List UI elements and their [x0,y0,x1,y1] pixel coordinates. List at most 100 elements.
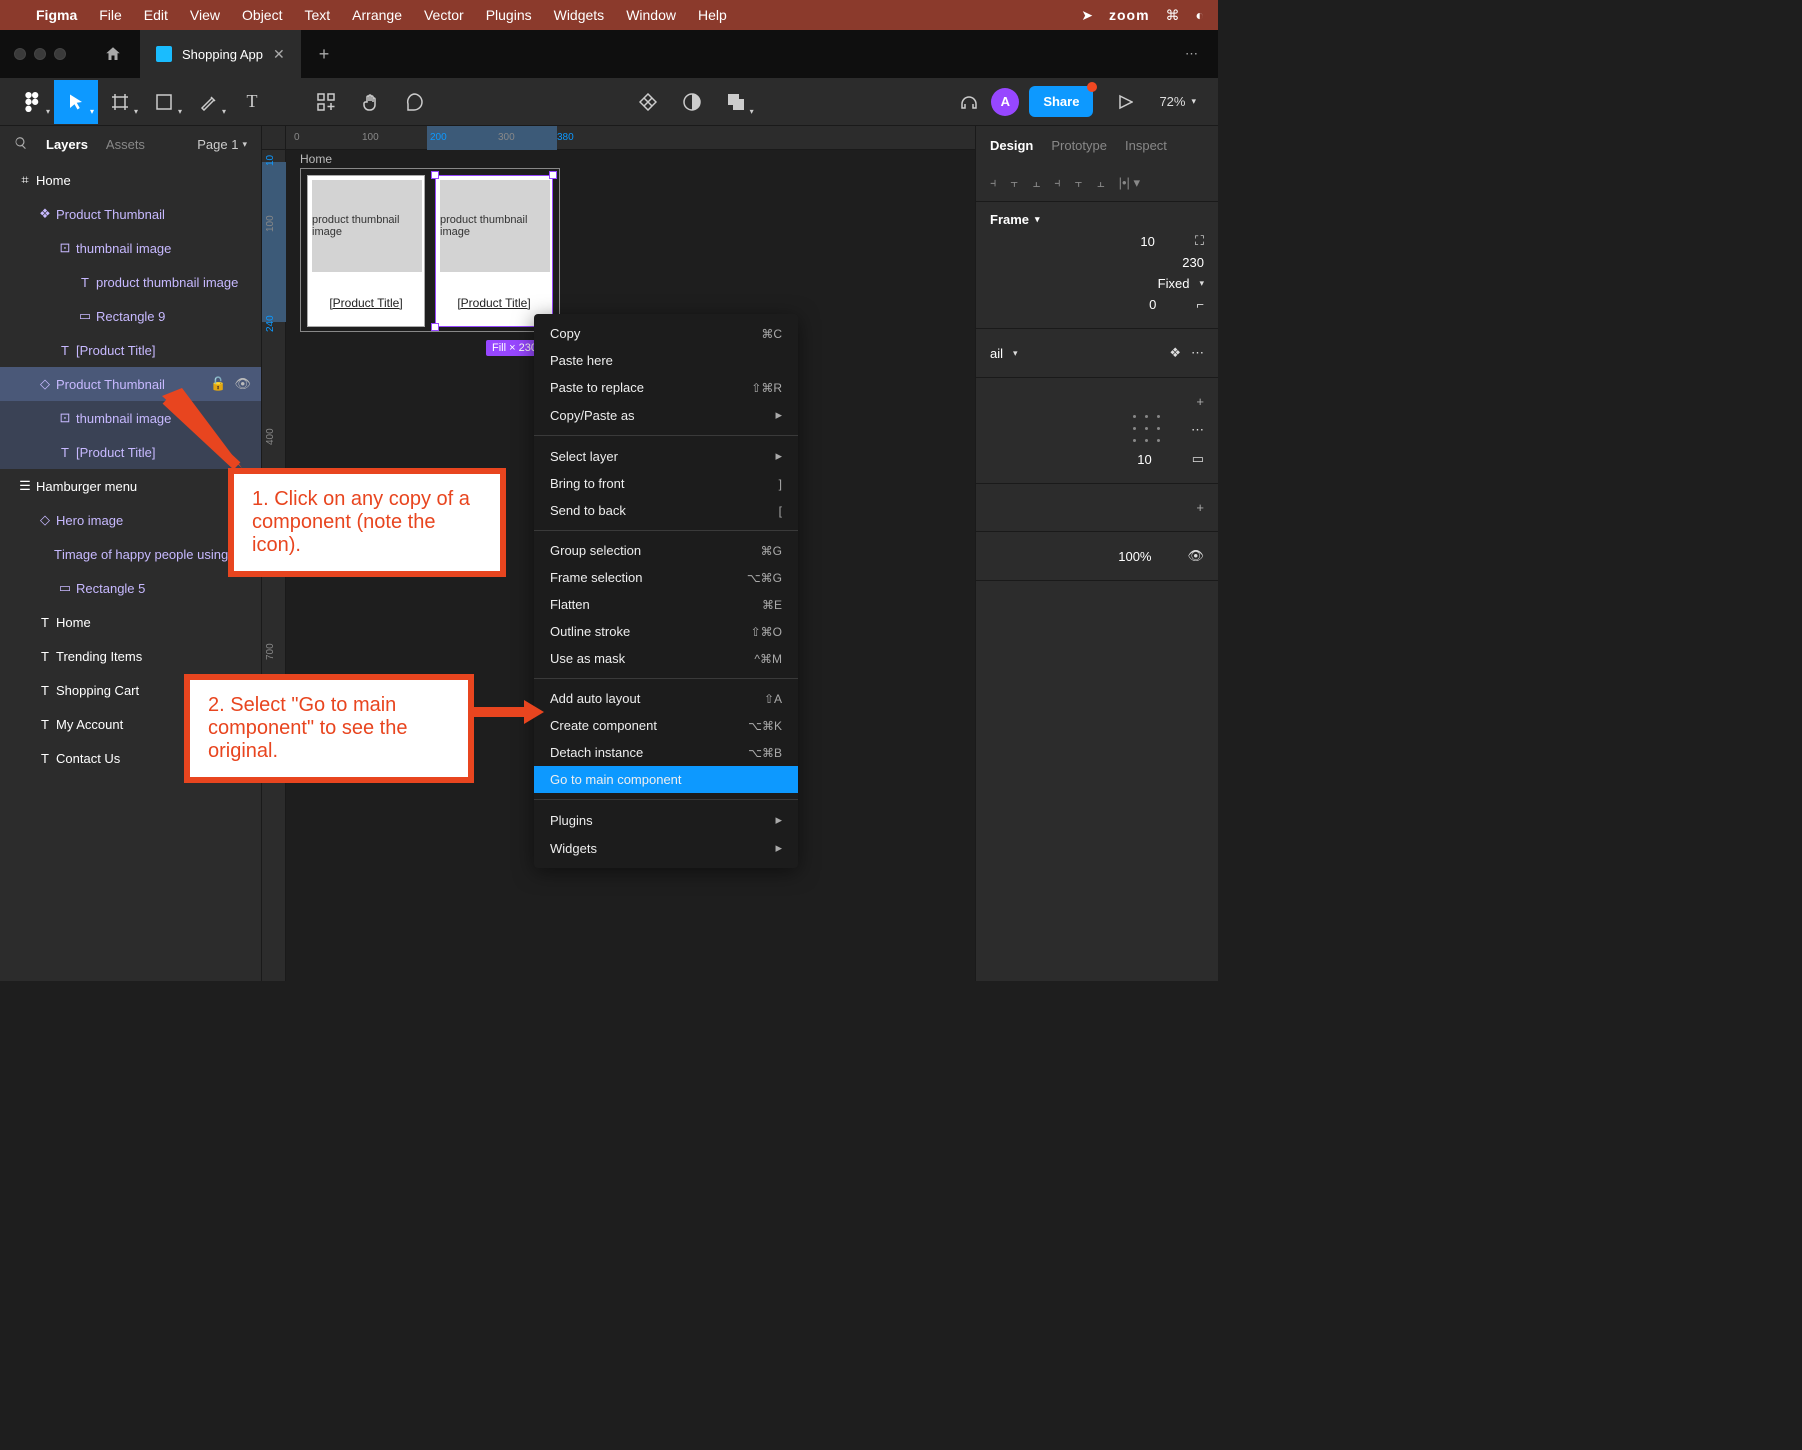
tab-assets[interactable]: Assets [106,137,145,152]
toolbar: ▾ ▾ ▾ ▾ ▾ T ▾ A Share 72%▾ [0,78,1218,126]
layer-hamburger[interactable]: ☰Hamburger menu [0,469,261,503]
ctx-detach-instance[interactable]: Detach instance⌥⌘B [534,739,798,766]
ctx-paste-replace[interactable]: Paste to replace⇧⌘R [534,374,798,401]
add-autolayout-icon[interactable]: + [1196,394,1204,409]
page-dropdown[interactable]: Page 1▾ [197,137,247,152]
align-tools[interactable]: ⫞⫟⫠ ⫞⫟⫠ |•| ▾ [976,165,1218,202]
mask-icon[interactable] [670,80,714,124]
share-button[interactable]: Share [1029,86,1093,117]
ctx-select-layer[interactable]: Select layer▸ [534,442,798,470]
text-tool[interactable]: T [230,80,274,124]
layer-hero-text[interactable]: Timage of happy people using an app [0,537,261,571]
new-tab-button[interactable]: + [301,30,348,78]
ctx-frame-selection[interactable]: Frame selection⌥⌘G [534,564,798,591]
ctx-flatten[interactable]: Flatten⌘E [534,591,798,618]
ctx-copy[interactable]: Copy⌘C [534,320,798,347]
thumbnail-1[interactable]: product thumbnail image [Product Title] [307,175,425,327]
layer-thumbnail-image-1[interactable]: ⊡thumbnail image [0,231,261,265]
comment-tool[interactable] [392,80,436,124]
search-icon[interactable] [14,136,28,153]
menu-file[interactable]: File [99,7,122,23]
menu-arrange[interactable]: Arrange [352,7,402,23]
more-icon[interactable]: ⋯ [1191,345,1204,361]
boolean-icon[interactable]: ▾ [714,80,758,124]
tab-inspect[interactable]: Inspect [1125,138,1167,153]
layer-trending[interactable]: TTrending Items [0,639,261,673]
menu-plugins[interactable]: Plugins [486,7,532,23]
menu-text[interactable]: Text [304,7,330,23]
tab-layers[interactable]: Layers [46,137,88,152]
menu-widgets[interactable]: Widgets [554,7,605,23]
figma-brand[interactable]: Figma [36,7,77,23]
avatar[interactable]: A [991,88,1019,116]
figma-status-icon[interactable]: ⌘ [1166,7,1180,24]
menu-window[interactable]: Window [626,7,676,23]
traffic-lights[interactable] [0,30,86,78]
resources-tool[interactable] [304,80,348,124]
ctx-send-back[interactable]: Send to back[ [534,497,798,524]
thumbnail-2-selected[interactable]: product thumbnail image [Product Title] [435,175,553,327]
present-button[interactable] [1103,80,1147,124]
ctx-plugins[interactable]: Plugins▸ [534,806,798,834]
home-frame[interactable]: product thumbnail image [Product Title] … [300,168,560,332]
frame-label[interactable]: Home [300,152,332,166]
ctx-add-auto-layout[interactable]: Add auto layout⇧A [534,685,798,712]
ctx-goto-main-component[interactable]: Go to main component [534,766,798,793]
move-tool[interactable]: ▾ [54,80,98,124]
menu-vector[interactable]: Vector [424,7,464,23]
zoom-app-icon[interactable]: zoom [1109,7,1150,23]
status-icon[interactable]: ◐ [1196,7,1204,23]
tab-design[interactable]: Design [990,138,1033,153]
ctx-bring-front[interactable]: Bring to front] [534,470,798,497]
audio-icon[interactable] [947,80,991,124]
rotation-value[interactable]: 0 [1149,297,1156,312]
hand-tool[interactable] [348,80,392,124]
menu-button[interactable]: ▾ [10,80,54,124]
window-more-icon[interactable]: ⋯ [1165,30,1218,78]
zoom-dropdown[interactable]: 72%▾ [1147,94,1208,109]
menu-help[interactable]: Help [698,7,727,23]
tab-prototype[interactable]: Prototype [1051,138,1107,153]
menu-object[interactable]: Object [242,7,282,23]
constraint-grid[interactable] [1133,415,1163,445]
layer-product-thumbnail-main[interactable]: ❖Product Thumbnail [0,197,261,231]
layer-rectangle-9[interactable]: ▭Rectangle 9 [0,299,261,333]
gap-value[interactable]: 10 [1137,452,1151,467]
ctx-copy-paste-as[interactable]: Copy/Paste as▸ [534,401,798,429]
layer-product-thumbnail-image-text[interactable]: Tproduct thumbnail image [0,265,261,299]
resize-value[interactable]: Fixed [1158,276,1190,291]
shape-tool[interactable]: ▾ [142,80,186,124]
ctx-paste-here[interactable]: Paste here [534,347,798,374]
y-value[interactable]: 10 [1140,234,1154,249]
ctx-create-component[interactable]: Create component⌥⌘K [534,712,798,739]
padding-icon[interactable]: ▭ [1192,451,1204,467]
component-icon[interactable] [626,80,670,124]
home-tab[interactable] [86,30,140,78]
file-tab[interactable]: Shopping App ✕ [140,30,301,78]
component-icon[interactable]: ❖ [1169,345,1181,361]
ctx-outline-stroke[interactable]: Outline stroke⇧⌘O [534,618,798,645]
plus-icon[interactable]: + [1196,500,1204,515]
layer-home-text[interactable]: THome [0,605,261,639]
ctx-widgets[interactable]: Widgets▸ [534,834,798,862]
component-name-suffix[interactable]: ail [990,346,1003,361]
close-icon[interactable]: ✕ [273,46,285,63]
more-icon[interactable]: ⋯ [1191,422,1204,438]
h-value[interactable]: 230 [1182,255,1204,270]
ctx-group[interactable]: Group selection⌘G [534,537,798,564]
pen-tool[interactable]: ▾ [186,80,230,124]
layer-product-title-1[interactable]: T[Product Title] [0,333,261,367]
layer-rectangle-5[interactable]: ▭Rectangle 5 [0,571,261,605]
frame-tool[interactable]: ▾ [98,80,142,124]
menu-view[interactable]: View [190,7,220,23]
layer-hero-image[interactable]: ◇Hero image [0,503,261,537]
align-to-parent-icon[interactable]: ⛶ [1195,233,1204,249]
opacity-value[interactable]: 100% [1118,549,1151,564]
menu-edit[interactable]: Edit [144,7,168,23]
layer-home[interactable]: ⌗Home [0,163,261,197]
location-icon[interactable]: ➤ [1081,7,1093,24]
visibility-icon[interactable]: 👁 [1187,548,1204,564]
ctx-use-as-mask[interactable]: Use as mask^⌘M [534,645,798,672]
corner-radius-icon[interactable]: ⌐ [1196,297,1204,312]
frame-dropdown[interactable]: Frame▾ [990,212,1204,227]
